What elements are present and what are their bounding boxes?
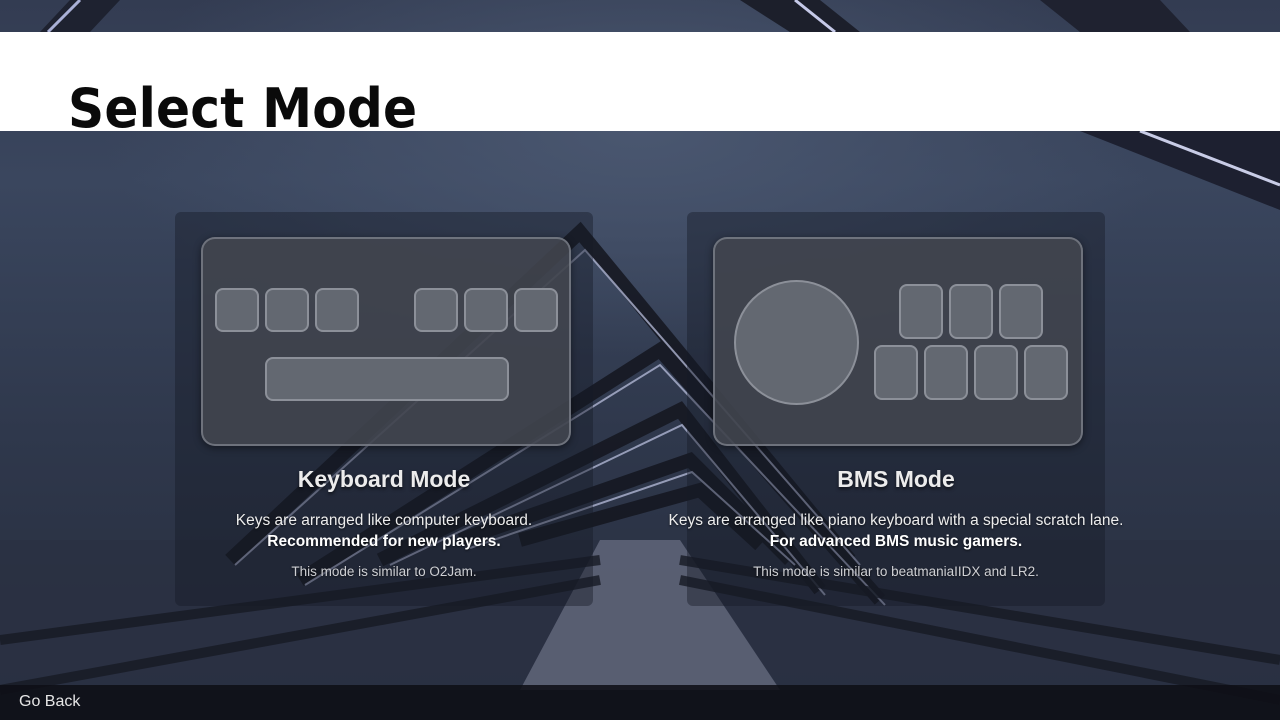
- key: [414, 288, 458, 332]
- key: [464, 288, 508, 332]
- keyboard-mode-card[interactable]: Keyboard Mode Keys are arranged like com…: [175, 212, 593, 606]
- keyboard-layout-icon: [201, 237, 571, 446]
- key: [514, 288, 558, 332]
- mode-similar: This mode is similar to beatmaniaIIDX an…: [753, 564, 1039, 579]
- spacebar-key: [265, 357, 509, 401]
- mode-title: BMS Mode: [837, 466, 955, 492]
- footer-bar: Go Back: [0, 685, 1280, 720]
- mode-description-text: Keys are arranged like computer keyboard…: [235, 512, 533, 529]
- key: [215, 288, 259, 332]
- mode-description: Keys are arranged like piano keyboard wi…: [667, 510, 1125, 552]
- mode-description-text: Keys are arranged like piano keyboard wi…: [668, 512, 1124, 529]
- key: [974, 345, 1018, 400]
- key: [949, 284, 993, 339]
- key: [924, 345, 968, 400]
- page-title: Select Mode: [68, 77, 418, 140]
- mode-title: Keyboard Mode: [297, 466, 471, 492]
- mode-highlight: Recommended for new players.: [267, 533, 501, 550]
- bms-mode-card[interactable]: BMS Mode Keys are arranged like piano ke…: [669, 212, 1123, 606]
- key: [265, 288, 309, 332]
- key: [899, 284, 943, 339]
- key: [1024, 345, 1068, 400]
- scratch-turntable: [734, 280, 859, 405]
- bms-controller-icon: [713, 237, 1083, 446]
- key: [874, 345, 918, 400]
- mode-description: Keys are arranged like computer keyboard…: [175, 510, 593, 552]
- header-bar: Select Mode: [0, 32, 1280, 136]
- key: [315, 288, 359, 332]
- mode-highlight: For advanced BMS music gamers.: [769, 533, 1023, 550]
- go-back-button[interactable]: Go Back: [19, 693, 80, 711]
- mode-similar: This mode is similar to O2Jam.: [291, 564, 477, 579]
- key: [999, 284, 1043, 339]
